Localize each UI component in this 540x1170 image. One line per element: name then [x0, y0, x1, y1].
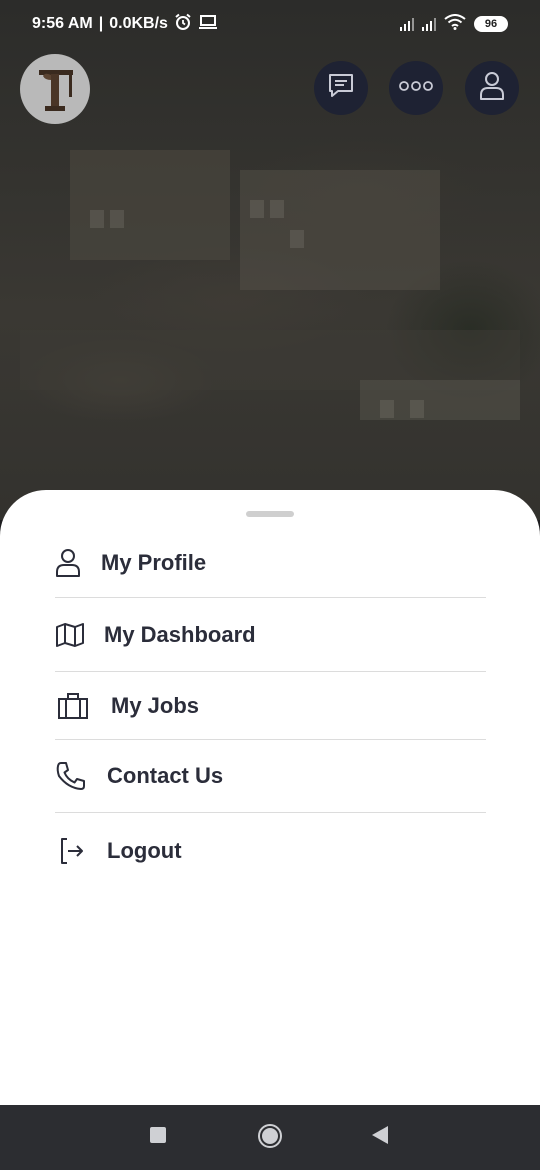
menu-item-my-profile[interactable]: My Profile — [55, 528, 486, 598]
status-separator: | — [98, 15, 104, 32]
menu-item-label: My Jobs — [111, 692, 200, 718]
chat-icon — [326, 71, 356, 106]
signal-icon — [400, 17, 414, 31]
more-icon — [398, 79, 434, 97]
laptop-icon — [198, 14, 218, 35]
menu-item-label: My Profile — [101, 549, 207, 575]
recents-button[interactable] — [148, 1126, 168, 1149]
status-time: 9:56 AM — [32, 15, 93, 32]
status-left: 9:56 AM | 0.0KB/s — [32, 13, 218, 36]
battery-icon: 96 — [474, 16, 508, 32]
sheet-drag-handle[interactable] — [246, 511, 294, 517]
logout-icon — [55, 836, 87, 866]
briefcase-icon — [55, 692, 91, 720]
building-shape — [70, 150, 230, 260]
window-shape — [380, 400, 394, 418]
map-icon — [55, 622, 85, 648]
menu-item-label: Contact Us — [107, 763, 224, 788]
menu-item-contact-us[interactable]: Contact Us — [55, 740, 486, 813]
signal-icon — [422, 17, 436, 31]
window-shape — [410, 400, 424, 418]
window-shape — [90, 210, 104, 228]
recents-icon — [149, 1126, 167, 1149]
home-button[interactable] — [256, 1123, 284, 1154]
menu-sheet: My Profile My Dashboard My Jobs Contact … — [0, 490, 540, 1105]
status-right: 96 — [400, 13, 508, 35]
window-shape — [250, 200, 264, 218]
menu-item-label: My Dashboard — [104, 621, 256, 647]
menu-item-label: Logout — [107, 838, 182, 863]
alarm-icon — [174, 13, 192, 36]
phone-icon — [55, 760, 87, 792]
menu-item-logout[interactable]: Logout — [55, 813, 486, 889]
menu-list: My Profile My Dashboard My Jobs Contact … — [55, 528, 486, 889]
window-shape — [290, 230, 304, 248]
more-button[interactable] — [389, 61, 443, 115]
user-icon — [55, 548, 81, 578]
window-shape — [270, 200, 284, 218]
menu-item-my-jobs[interactable]: My Jobs — [55, 672, 486, 740]
window-shape — [110, 210, 124, 228]
logo-icon[interactable] — [20, 54, 90, 124]
status-network-speed: 0.0KB/s — [109, 15, 168, 32]
back-button[interactable] — [370, 1125, 390, 1150]
wifi-icon — [444, 13, 466, 35]
menu-item-my-dashboard[interactable]: My Dashboard — [55, 598, 486, 672]
navigation-bar — [0, 1105, 540, 1170]
building-shape — [240, 170, 440, 290]
battery-level: 96 — [484, 18, 498, 30]
home-icon — [257, 1123, 283, 1154]
back-icon — [371, 1125, 389, 1150]
chat-button[interactable] — [314, 61, 368, 115]
user-icon — [478, 71, 506, 106]
status-bar: 9:56 AM | 0.0KB/s 96 — [0, 0, 540, 48]
account-button[interactable] — [465, 61, 519, 115]
